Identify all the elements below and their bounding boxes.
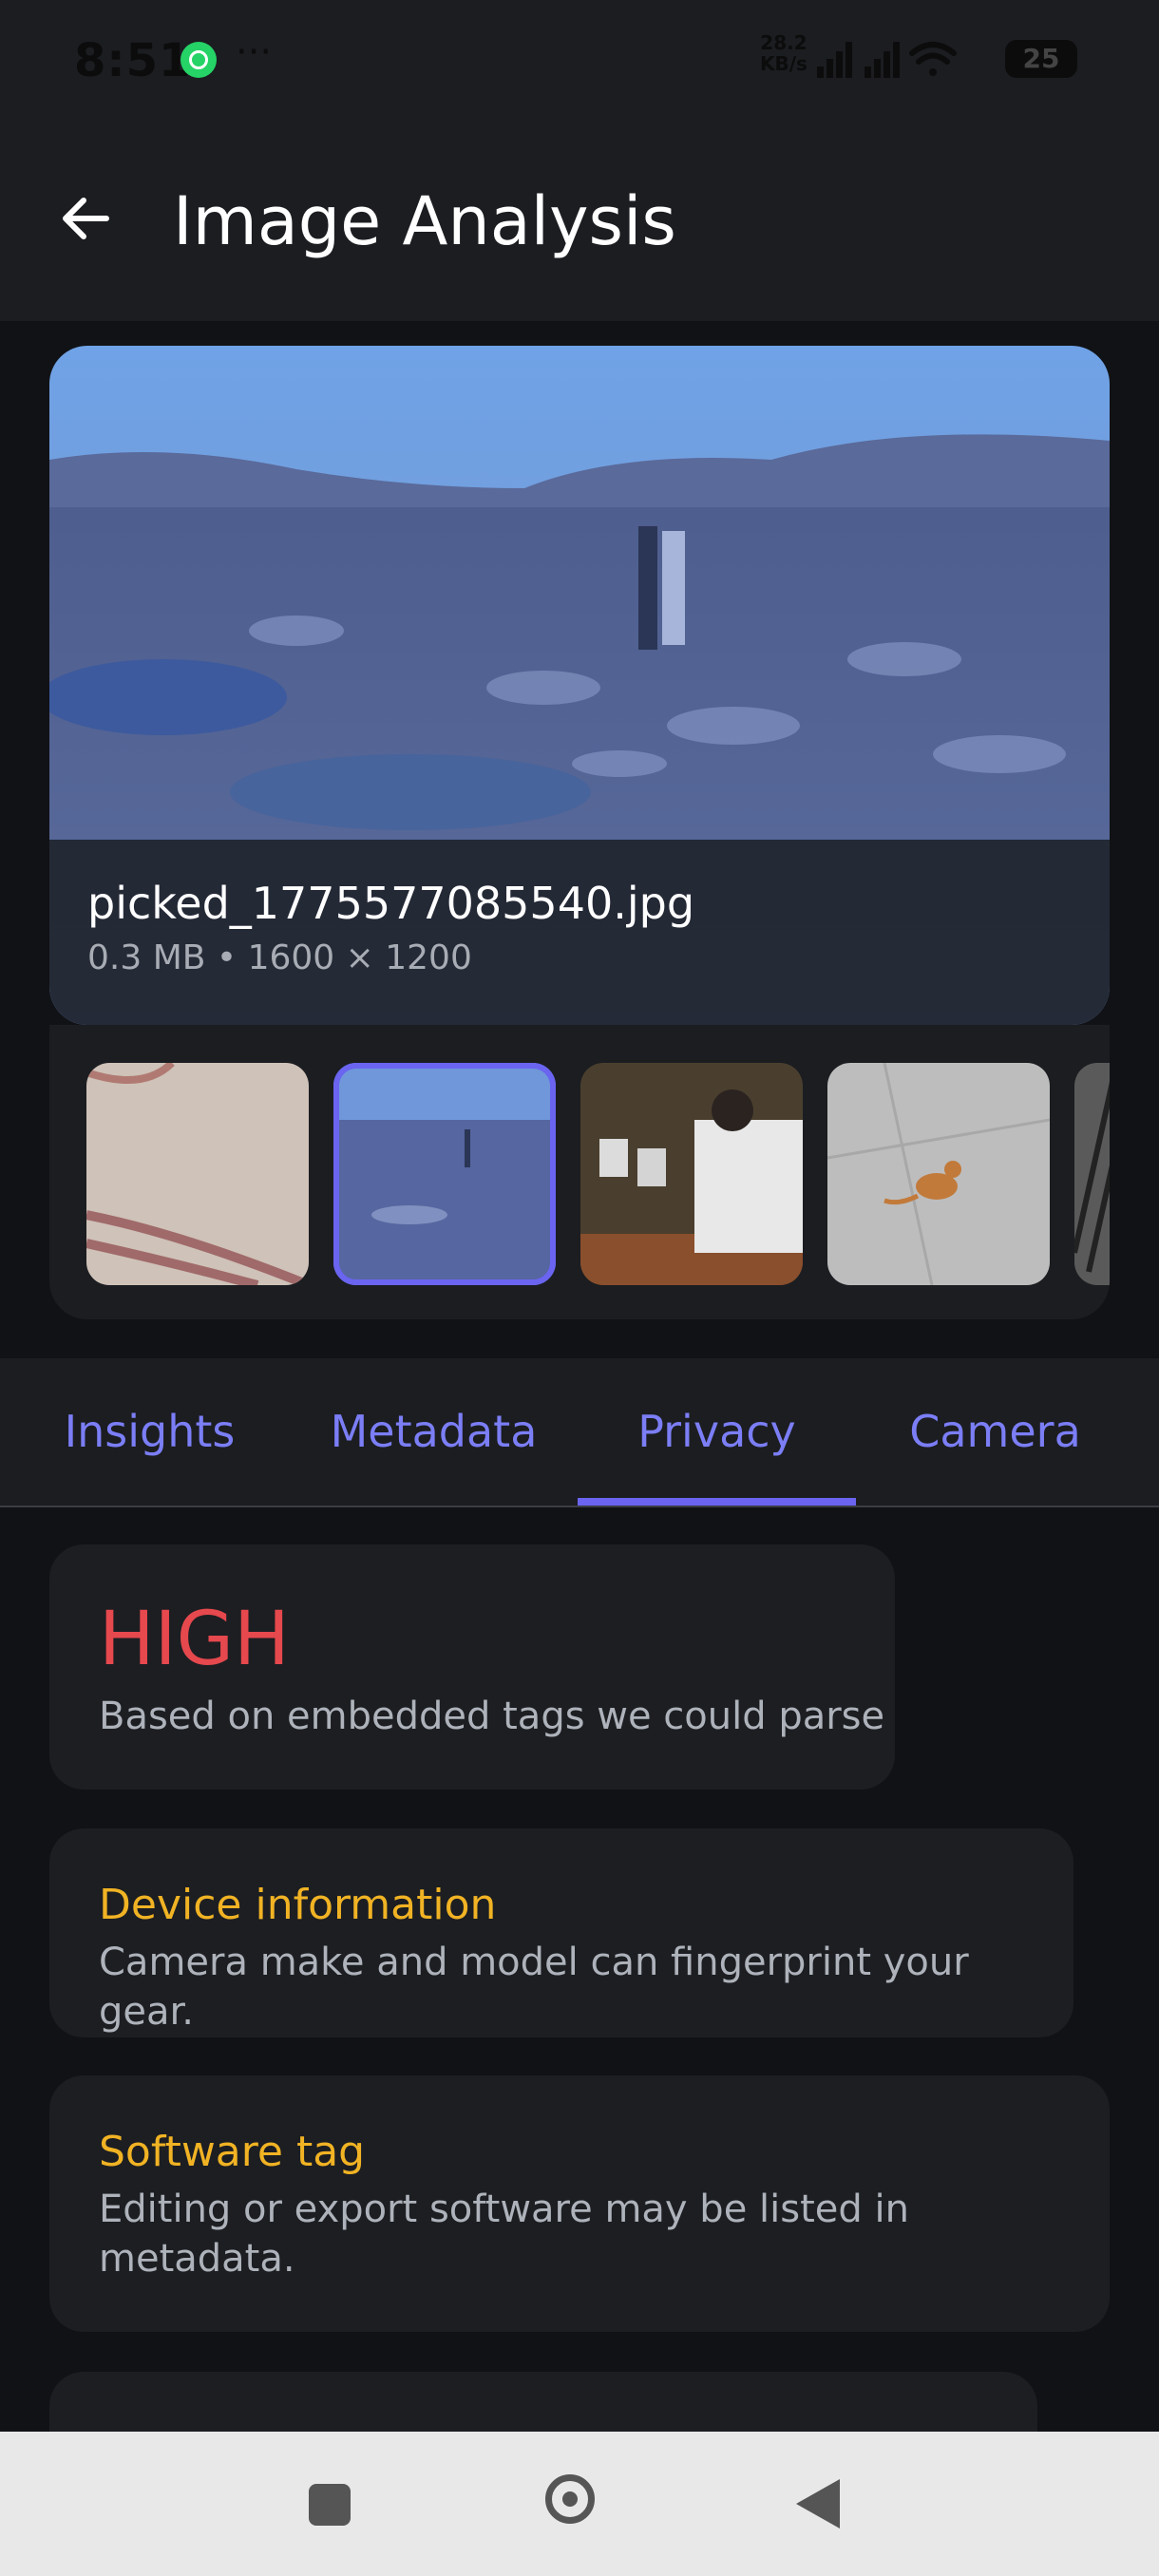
thumbnail-strip[interactable] (49, 1025, 1110, 1319)
thumbnail-item[interactable] (827, 1063, 1050, 1285)
privacy-item-card: Device information Camera make and model… (49, 1828, 1074, 2037)
image-preview: picked_1775577085540.jpg 0.3 MB • 1600 ×… (49, 346, 1110, 1025)
signal-icon-1 (817, 42, 852, 78)
file-meta: 0.3 MB • 1600 × 1200 (87, 938, 472, 977)
page-title: Image Analysis (173, 182, 676, 260)
classroom-photo (580, 1063, 803, 1285)
privacy-item-title: Software tag (99, 2128, 366, 2176)
privacy-level-card: HIGH Based on embedded tags we could par… (49, 1544, 895, 1790)
cat-on-pavement-photo (827, 1063, 1050, 1285)
status-bar: 8:51 ··· 28.2 KB/s 25 (0, 0, 1159, 123)
wifi-icon (909, 42, 957, 76)
network-speed: 28.2 KB/s (760, 32, 808, 74)
active-tab-indicator (578, 1498, 856, 1506)
privacy-item-description-line2: metadata. (99, 2237, 295, 2281)
tab-camera[interactable]: Camera (856, 1406, 1134, 1457)
tab-privacy[interactable]: Privacy (578, 1406, 856, 1457)
privacy-level: HIGH (99, 1597, 290, 1682)
tab-bar: Insights Metadata Privacy Camera (0, 1358, 1159, 1507)
system-nav-bar (0, 2432, 1159, 2576)
carpet-photo (86, 1063, 309, 1285)
file-name: picked_1775577085540.jpg (87, 878, 695, 929)
signal-icon-2 (864, 42, 900, 78)
thumbnail-item-selected[interactable] (333, 1063, 556, 1285)
river-rocks-photo (333, 1063, 556, 1285)
battery-icon: 25 (1005, 40, 1077, 78)
privacy-item-title: Device information (99, 1881, 497, 1929)
privacy-item-description-line1: Editing or export software may be listed… (99, 2188, 909, 2231)
arrow-left-icon[interactable] (57, 190, 114, 247)
thumbnail-item[interactable] (580, 1063, 803, 1285)
status-time: 8:51 (74, 34, 192, 87)
recents-button[interactable] (309, 2484, 351, 2526)
whatsapp-icon (180, 42, 217, 78)
home-button[interactable] (545, 2474, 595, 2524)
more-notifications-icon: ··· (236, 30, 273, 74)
image-info-overlay (49, 840, 1110, 1025)
network-speed-unit: KB/s (760, 52, 808, 75)
app-header: Image Analysis (0, 123, 1159, 321)
back-button[interactable] (796, 2479, 840, 2529)
tab-metadata[interactable]: Metadata (290, 1406, 578, 1457)
network-speed-value: 28.2 (760, 31, 808, 54)
privacy-item-description: Camera make and model can fingerprint yo… (99, 1941, 969, 2034)
privacy-level-description: Based on embedded tags we could parse (99, 1695, 885, 1738)
signal-wifi-icons (817, 42, 957, 78)
thumbnail-item[interactable] (86, 1063, 309, 1285)
thumbnail-item-partial[interactable] (1074, 1063, 1110, 1285)
privacy-item-card: Software tag Editing or export software … (49, 2075, 1110, 2332)
tab-insights[interactable]: Insights (0, 1406, 299, 1457)
partial-photo (1074, 1063, 1110, 1285)
